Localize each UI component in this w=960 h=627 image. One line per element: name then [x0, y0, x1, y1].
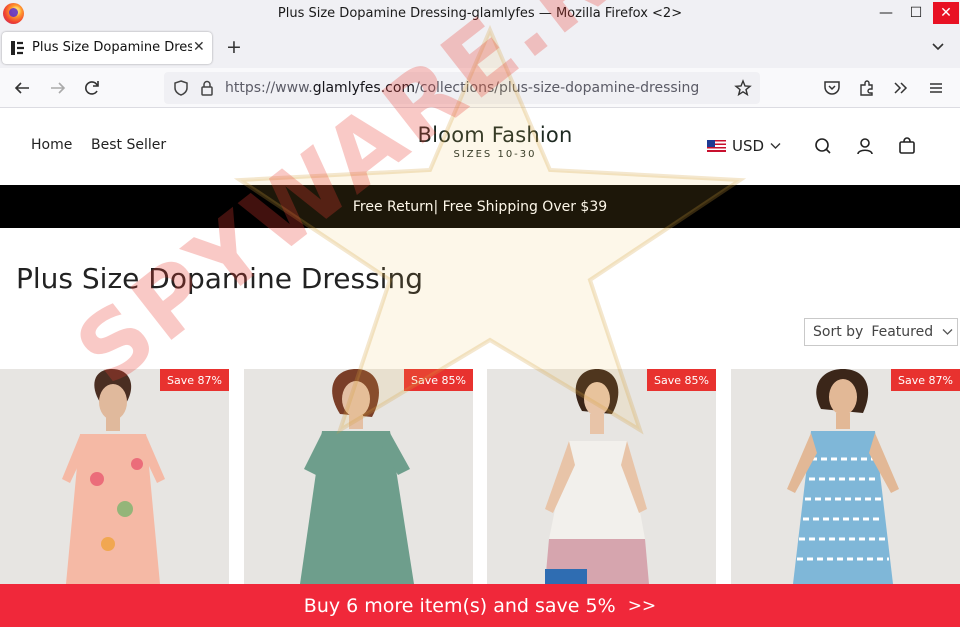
product-card[interactable]: Save 87% [0, 369, 229, 584]
product-image [62, 369, 165, 584]
save-badge: Save 85% [404, 369, 473, 391]
forward-icon[interactable] [48, 78, 68, 98]
chevron-down-icon [942, 329, 953, 335]
product-image [787, 369, 899, 584]
nav-link-best-seller[interactable]: Best Seller [91, 137, 166, 153]
window-title-bar: Plus Size Dopamine Dressing-glamlyfes — … [0, 0, 960, 28]
brand-logo[interactable]: Bloom Fashion SIZES 10-30 [395, 123, 595, 160]
search-icon[interactable] [813, 136, 833, 156]
currency-label: USD [732, 137, 765, 155]
menu-icon[interactable] [926, 78, 946, 98]
extensions-icon[interactable] [857, 78, 877, 98]
pocket-icon[interactable] [822, 78, 842, 98]
save-badge: Save 87% [891, 369, 960, 391]
page-title: Plus Size Dopamine Dressing [16, 262, 423, 295]
bundle-promo-bar[interactable]: Buy 6 more item(s) and save 5% >> [0, 584, 960, 627]
us-flag-icon [707, 140, 726, 152]
account-icon[interactable] [855, 136, 875, 156]
chevron-down-icon [770, 143, 781, 149]
sort-dropdown[interactable]: Sort by Featured [804, 318, 958, 346]
url-bar[interactable]: https://www.glamlyfes.com/collections/pl… [164, 72, 760, 104]
lock-icon[interactable] [199, 79, 215, 97]
product-card[interactable]: Save 87% [731, 369, 960, 584]
tab-strip: Plus Size Dopamine Dressing-glamlyfes ✕ … [0, 28, 960, 68]
save-badge: Save 87% [160, 369, 229, 391]
shield-icon[interactable] [172, 79, 190, 97]
bookmark-star-icon[interactable] [734, 79, 752, 97]
overflow-icon[interactable] [891, 78, 911, 98]
promo-text: Buy 6 more item(s) and save 5% [303, 594, 616, 617]
product-grid: Save 87% Save 85% Save 85% Save 87% [0, 369, 960, 584]
back-icon[interactable] [12, 78, 32, 98]
url-scheme: https://www. [225, 80, 313, 96]
url-path: /collections/plus-size-dopamine-dressing [415, 80, 700, 96]
save-badge: Save 85% [647, 369, 716, 391]
cart-icon[interactable] [897, 136, 917, 156]
tab-active[interactable]: Plus Size Dopamine Dressing-glamlyfes ✕ [2, 32, 212, 64]
brand-name: Bloom Fashion [417, 123, 573, 147]
site-header: Home Best Seller Bloom Fashion SIZES 10-… [0, 108, 960, 185]
promo-arrow: >> [627, 595, 657, 616]
url-host: glamlyfes.com [312, 80, 416, 96]
close-window-button[interactable]: ✕ [933, 2, 959, 24]
product-image [545, 369, 649, 584]
minimize-button[interactable]: — [873, 2, 899, 24]
tab-list-icon[interactable] [930, 38, 946, 54]
site-favicon-icon [11, 41, 24, 55]
product-image [300, 369, 414, 584]
tab-label: Plus Size Dopamine Dressing-glamlyfes [32, 40, 192, 55]
sort-value: Featured [871, 324, 934, 340]
url-text[interactable]: https://www.glamlyfes.com/collections/pl… [225, 80, 699, 96]
product-card[interactable]: Save 85% [487, 369, 716, 584]
navigation-toolbar: https://www.glamlyfes.com/collections/pl… [0, 68, 960, 108]
currency-selector[interactable]: USD [707, 137, 781, 155]
maximize-button[interactable]: ☐ [903, 2, 929, 24]
announcement-bar: Free Return| Free Shipping Over $39 [0, 185, 960, 228]
nav-link-home[interactable]: Home [31, 137, 72, 153]
reload-icon[interactable] [82, 78, 102, 98]
new-tab-button[interactable]: + [226, 36, 242, 58]
product-card[interactable]: Save 85% [244, 369, 473, 584]
window-title: Plus Size Dopamine Dressing-glamlyfes — … [277, 6, 683, 21]
tab-close-button[interactable]: ✕ [193, 39, 205, 55]
brand-tagline: SIZES 10-30 [453, 149, 537, 160]
sort-label: Sort by [813, 324, 864, 340]
